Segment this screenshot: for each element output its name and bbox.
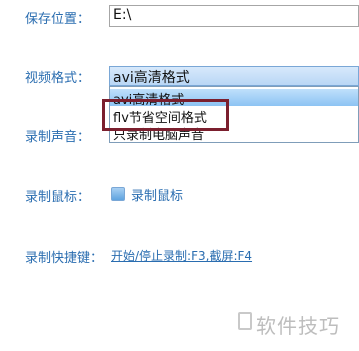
video-format-dropdown: avi高清格式 flv节省空间格式 只录制电脑声音 [109,86,359,143]
video-format-selected: avi高清格式 [113,70,190,86]
dropdown-option-flv[interactable]: flv节省空间格式 [110,107,358,126]
dropdown-option-avi[interactable]: avi高清格式 [110,89,358,108]
watermark-text: 软件技巧 [256,314,340,338]
video-format-select[interactable]: avi高清格式 [109,66,359,86]
hotkeys-label: 录制快捷键： [25,251,104,266]
watermark-icon [238,312,252,330]
record-mouse-checkbox[interactable] [111,187,125,201]
record-audio-label: 录制声音： [25,130,91,145]
save-location-value: E:\ [113,7,132,23]
hotkeys-link[interactable]: 开始/停止录制:F3,截屏:F4 [111,247,252,264]
record-mouse-label: 录制鼠标： [25,190,91,205]
save-location-field[interactable]: E:\ [109,5,359,27]
record-mouse-checkbox-label[interactable]: 录制鼠标 [131,185,183,204]
dropdown-option-system-audio[interactable]: 只录制电脑声音 [110,124,358,143]
video-format-label: 视频格式： [25,71,91,86]
save-location-label: 保存位置： [25,12,91,27]
